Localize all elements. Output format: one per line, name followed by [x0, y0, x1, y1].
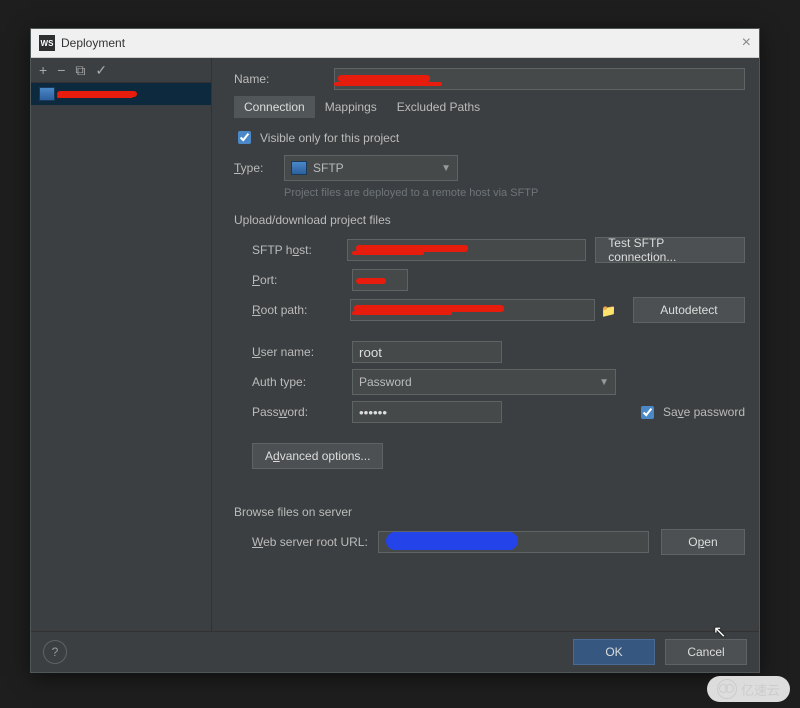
add-icon[interactable]: + — [39, 62, 47, 78]
sidebar: + − ⧉ ✓ [redacted] — [31, 58, 212, 631]
chevron-down-icon: ▼ — [599, 377, 609, 388]
close-icon[interactable]: × — [742, 34, 751, 52]
server-list-item[interactable]: [redacted] — [31, 83, 211, 105]
dialog-title: Deployment — [61, 36, 125, 50]
password-label: Password: — [252, 405, 352, 419]
ok-button[interactable]: OK — [573, 639, 655, 665]
save-password-label: Save password — [663, 405, 745, 419]
sftp-host-label: SFTP host: — [252, 243, 347, 257]
type-select[interactable]: SFTP ▼ — [284, 155, 458, 181]
username-label: User name: — [252, 345, 352, 359]
cancel-button[interactable]: Cancel — [665, 639, 747, 665]
auth-type-value: Password — [359, 375, 412, 389]
watermark-text: 亿速云 — [741, 680, 780, 699]
dialog-footer: ? OK Cancel — [31, 631, 759, 672]
remove-icon[interactable]: − — [57, 62, 65, 78]
type-label: Type: — [234, 161, 284, 175]
sftp-host-input[interactable] — [347, 239, 586, 261]
server-icon — [39, 87, 55, 101]
type-hint: Project files are deployed to a remote h… — [284, 187, 745, 199]
name-input[interactable] — [334, 68, 745, 90]
tab-excluded[interactable]: Excluded Paths — [387, 96, 490, 118]
web-url-label: Web server root URL: — [252, 535, 378, 549]
deployment-dialog: WS Deployment × + − ⧉ ✓ [redacted] Name: — [30, 28, 760, 673]
sftp-icon — [291, 161, 307, 175]
watermark: 亿速云 — [707, 676, 790, 702]
root-path-input[interactable] — [350, 299, 595, 321]
visible-only-checkbox[interactable]: Visible only for this project — [234, 128, 745, 147]
port-label: Port: — [252, 273, 352, 287]
chevron-down-icon: ▼ — [441, 163, 451, 174]
tab-mappings[interactable]: Mappings — [315, 96, 387, 118]
copy-icon[interactable]: ⧉ — [75, 62, 85, 79]
visible-only-label: Visible only for this project — [260, 131, 399, 145]
open-button[interactable]: Open — [661, 529, 745, 555]
save-password-checkbox[interactable]: Save password — [637, 403, 745, 422]
autodetect-button[interactable]: Autodetect — [633, 297, 745, 323]
password-input[interactable] — [352, 401, 502, 423]
tab-connection[interactable]: Connection — [234, 96, 315, 118]
check-icon[interactable]: ✓ — [95, 62, 107, 79]
app-icon: WS — [39, 35, 55, 51]
advanced-options-button[interactable]: Advanced options... — [252, 443, 383, 469]
username-input[interactable] — [352, 341, 502, 363]
auth-type-label: Auth type: — [252, 375, 352, 389]
sidebar-toolbar: + − ⧉ ✓ — [31, 58, 211, 83]
main-panel: Name: Connection Mappings Excluded Paths… — [212, 58, 759, 631]
name-label: Name: — [234, 72, 334, 86]
titlebar: WS Deployment × — [31, 29, 759, 58]
group-upload: Upload/download project files — [234, 213, 745, 227]
watermark-icon — [717, 679, 737, 699]
group-browse: Browse files on server — [234, 505, 745, 519]
root-path-label: Root path: — [252, 303, 350, 317]
save-password-input[interactable] — [641, 406, 654, 419]
folder-icon[interactable]: 📁 — [601, 304, 615, 316]
test-connection-button[interactable]: Test SFTP connection... — [595, 237, 745, 263]
type-value: SFTP — [313, 161, 344, 175]
tabs: Connection Mappings Excluded Paths — [234, 96, 745, 118]
help-button[interactable]: ? — [43, 640, 67, 664]
auth-type-select[interactable]: Password ▼ — [352, 369, 616, 395]
port-input[interactable] — [352, 269, 408, 291]
visible-only-input[interactable] — [238, 131, 251, 144]
web-url-input[interactable] — [378, 531, 649, 553]
